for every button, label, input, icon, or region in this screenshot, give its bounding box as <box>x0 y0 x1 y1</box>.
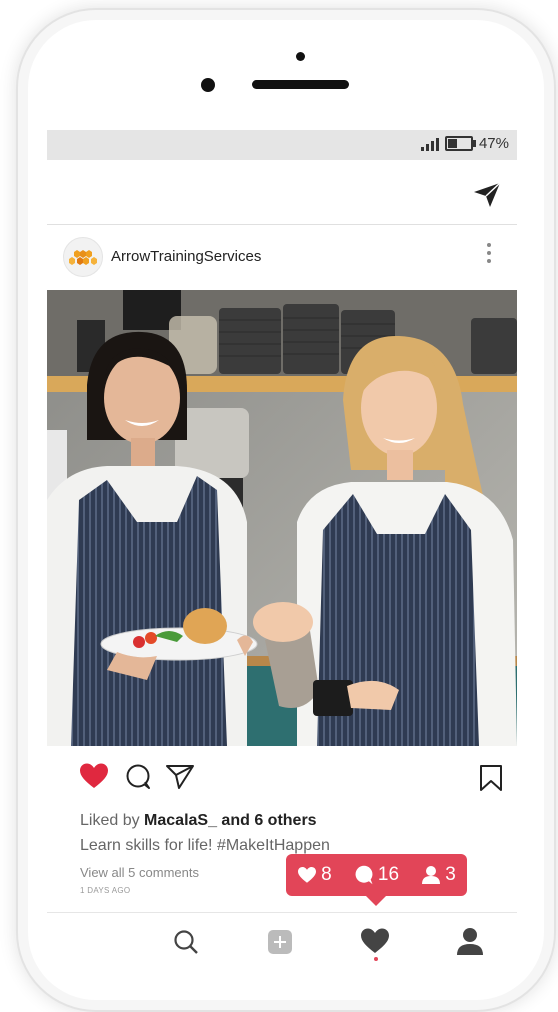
post-timestamp: 1 DAYS AGO <box>80 886 131 895</box>
notif-likes: 8 <box>297 864 332 886</box>
notif-follows: 3 <box>421 864 456 886</box>
heart-icon[interactable] <box>79 762 109 795</box>
vertical-dots-icon[interactable] <box>487 243 491 267</box>
likes-others[interactable]: and 6 others <box>217 812 316 829</box>
signal-icon <box>420 137 439 151</box>
view-all-comments-link[interactable]: View all 5 comments <box>80 865 199 880</box>
add-post-icon[interactable] <box>267 929 293 960</box>
user-icon <box>422 866 441 884</box>
phone-screen: 47% ArrowTrainingServices Liked by Macal… <box>47 130 517 964</box>
post-header: ArrowTrainingServices <box>47 225 517 289</box>
front-camera <box>201 78 215 92</box>
activity-indicator-dot <box>374 957 378 961</box>
paper-plane-icon[interactable] <box>473 182 501 213</box>
post-username[interactable]: ArrowTrainingServices <box>111 248 261 265</box>
cafe-staff-photo <box>47 290 517 746</box>
notif-likes-count: 8 <box>321 864 332 885</box>
notif-comments-count: 16 <box>377 864 400 885</box>
search-icon[interactable] <box>173 929 199 960</box>
post-photo[interactable] <box>47 290 517 746</box>
sensor-dot <box>296 52 305 61</box>
bottom-nav <box>47 912 517 964</box>
likes-summary: Liked by MacalaS_ and 6 others <box>80 812 317 830</box>
app-header <box>47 160 517 225</box>
send-icon[interactable] <box>165 764 195 795</box>
liked-by-user[interactable]: MacalaS_ <box>144 812 217 829</box>
post-caption: Learn skills for life! #MakeItHappen <box>80 837 330 854</box>
activity-notification-badge[interactable]: 8 16 3 <box>286 854 467 906</box>
notif-comments: 16 <box>354 864 399 886</box>
bookmark-icon[interactable] <box>479 764 503 797</box>
heart-icon <box>298 866 317 883</box>
battery-icon <box>444 136 476 151</box>
status-bar: 47% <box>47 130 517 160</box>
comment-icon[interactable] <box>125 764 151 795</box>
profile-icon[interactable] <box>456 927 484 960</box>
post-actions <box>47 758 517 798</box>
comment-icon <box>355 865 373 885</box>
avatar[interactable] <box>63 237 103 277</box>
notif-follows-count: 3 <box>445 864 456 885</box>
likes-prefix: Liked by <box>80 812 145 829</box>
activity-heart-icon[interactable] <box>360 927 390 960</box>
honeycomb-logo-icon <box>69 250 97 265</box>
battery-level: 47% <box>478 135 509 152</box>
earpiece-speaker <box>252 80 349 89</box>
